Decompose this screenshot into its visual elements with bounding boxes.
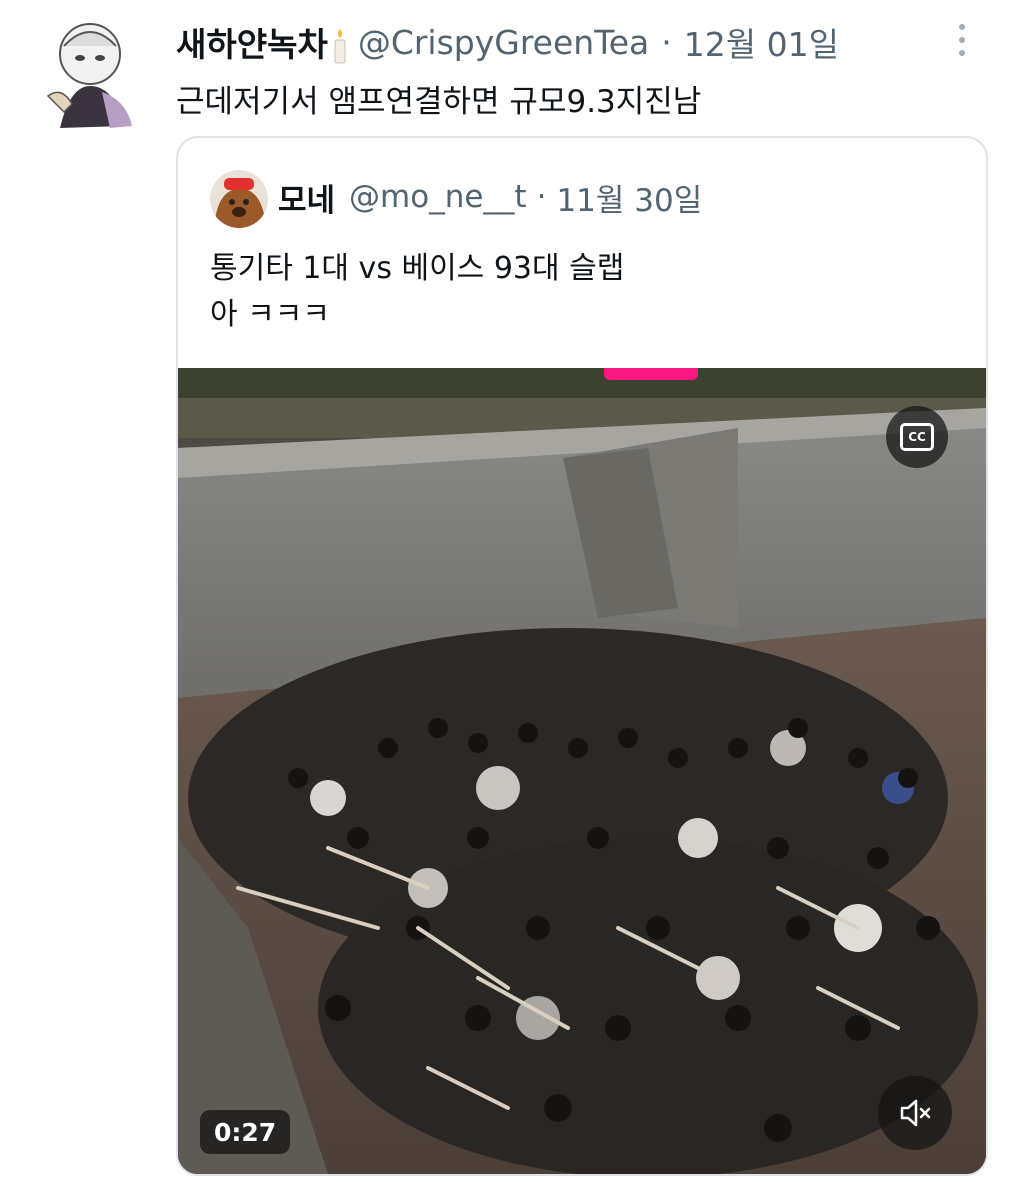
cc-icon: CC — [900, 423, 934, 451]
user-avatar[interactable] — [40, 16, 138, 134]
video-duration: 0:27 — [200, 1110, 291, 1154]
video-frame — [178, 368, 986, 1174]
captions-button[interactable]: CC — [886, 406, 948, 468]
tweet-date[interactable]: 12월 01일 — [684, 18, 839, 66]
video-progress-indicator — [604, 368, 698, 380]
tweet-text: 근데저기서 앰프연결하면 규모9.3지진남 — [176, 84, 702, 120]
mute-button[interactable] — [878, 1076, 952, 1150]
separator-dot: · — [536, 179, 547, 215]
user-handle[interactable]: @CrispyGreenTea — [358, 23, 649, 62]
quoted-display-name[interactable]: 모네 — [278, 175, 335, 220]
separator-dot: · — [661, 22, 672, 62]
tweet-header: 새하얀녹차 @CrispyGreenTea · 12월 01일 — [176, 18, 839, 66]
speaker-muted-icon — [900, 1099, 931, 1127]
quoted-tweet-header: 모네 @mo_ne__t · 11월 30일 — [278, 174, 702, 220]
quoted-text-line: 아 ㅋㅋㅋ — [210, 297, 330, 332]
quoted-tweet[interactable]: 모네 @mo_ne__t · 11월 30일 통기타 1대 vs 베이스 93대… — [176, 136, 988, 1176]
candle-icon — [334, 29, 346, 64]
more-options-icon[interactable] — [955, 24, 969, 64]
quoted-tweet-text: 통기타 1대 vs 베이스 93대 슬랩 아 ㅋㅋㅋ — [210, 246, 624, 338]
video-player[interactable]: CC 0:27 — [178, 368, 986, 1174]
quoted-user-avatar[interactable] — [210, 170, 268, 228]
quoted-user-handle[interactable]: @mo_ne__t — [349, 179, 527, 215]
quoted-text-line: 통기타 1대 vs 베이스 93대 슬랩 — [210, 251, 625, 286]
display-name[interactable]: 새하얀녹차 — [176, 18, 328, 66]
quoted-tweet-date[interactable]: 11월 30일 — [556, 175, 702, 220]
